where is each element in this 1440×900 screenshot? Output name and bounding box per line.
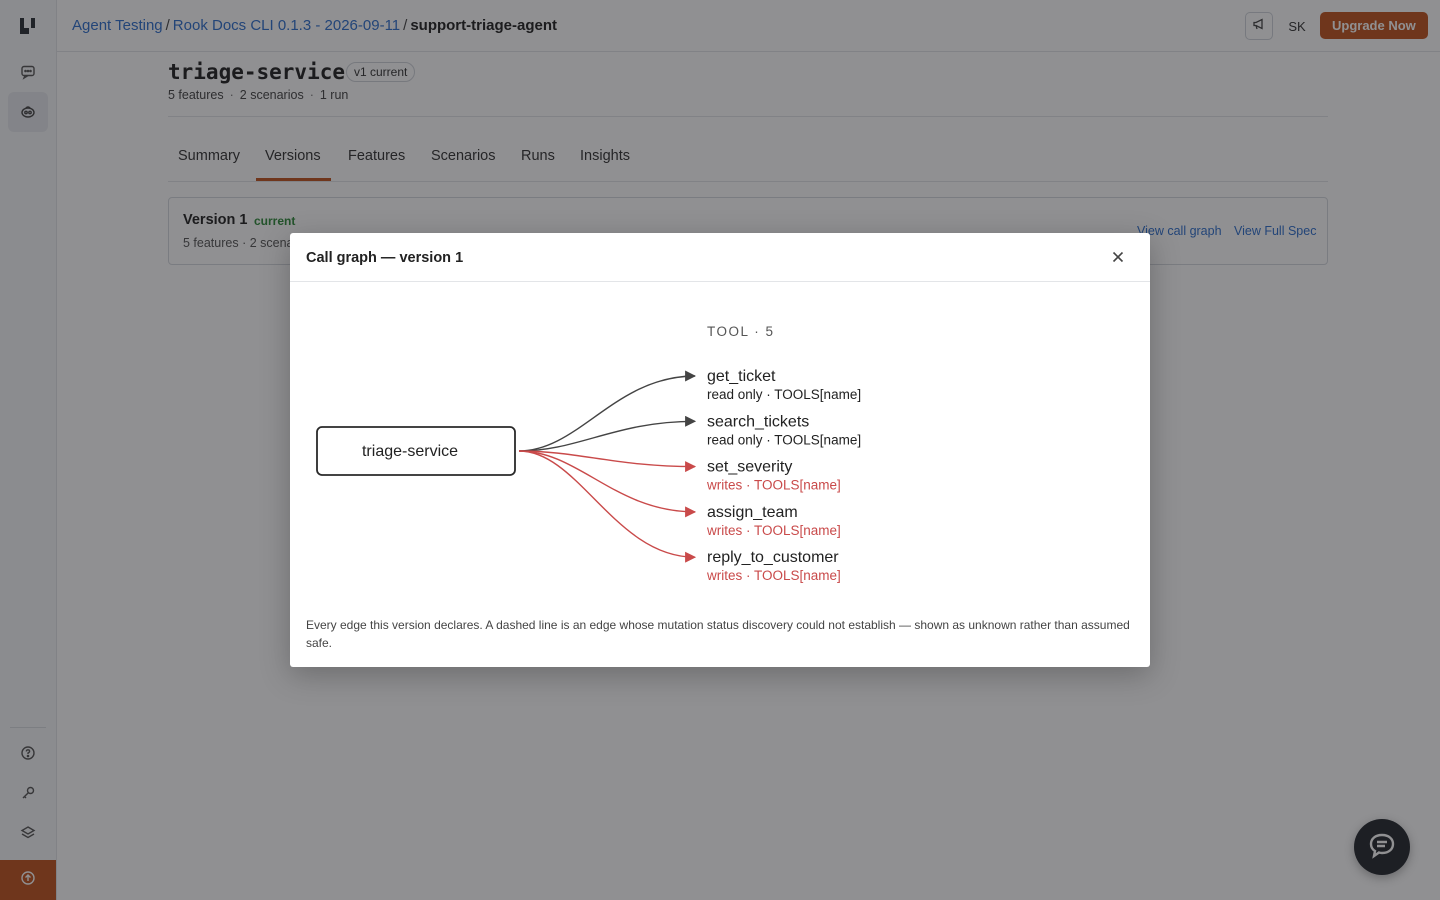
- tool-name[interactable]: get_ticket: [707, 368, 776, 385]
- call-graph-modal: Call graph — version 1 triage-service TO…: [290, 233, 1150, 667]
- tool-detail: writes · TOOLS[name]: [706, 523, 841, 538]
- modal-title: Call graph — version 1: [306, 250, 464, 266]
- tool-detail: writes · TOOLS[name]: [706, 568, 841, 583]
- call-edge-reply_to_customer: [518, 450, 697, 563]
- close-icon[interactable]: [1108, 247, 1128, 267]
- call-edge-set_severity: [518, 450, 697, 473]
- tool-name[interactable]: reply_to_customer: [707, 549, 839, 566]
- tool-name[interactable]: search_tickets: [707, 413, 809, 430]
- tool-detail: read only · TOOLS[name]: [707, 387, 861, 402]
- tool-name[interactable]: set_severity: [707, 459, 792, 476]
- call-graph: triage-service TOOL · 5 get_ticketread o…: [290, 281, 1150, 591]
- source-node-label: triage-service: [362, 443, 458, 460]
- call-graph-svg: triage-service TOOL · 5 get_ticketread o…: [316, 324, 861, 583]
- call-graph-caption: Every edge this version declares. A dash…: [306, 618, 1130, 650]
- tool-detail: read only · TOOLS[name]: [707, 432, 861, 447]
- tool-detail: writes · TOOLS[name]: [706, 478, 841, 493]
- tool-name[interactable]: assign_team: [707, 504, 798, 521]
- tool-column-header: TOOL · 5: [707, 324, 775, 339]
- modal-header: Call graph — version 1: [290, 233, 1150, 282]
- call-edge-get_ticket: [518, 370, 697, 452]
